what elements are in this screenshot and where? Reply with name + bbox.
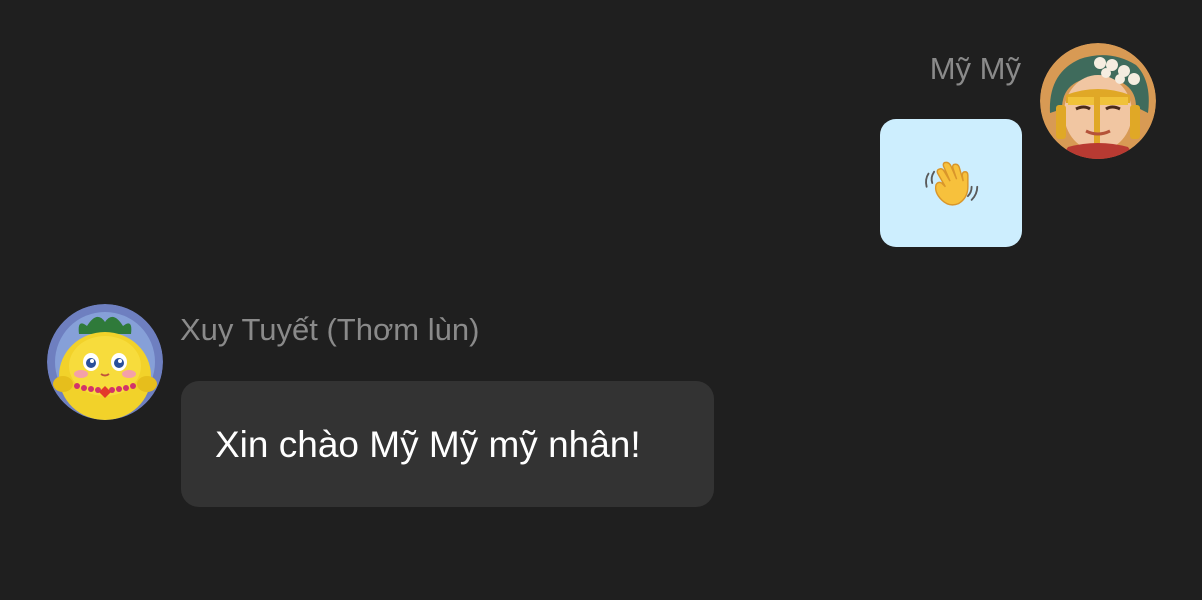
sender-name: Mỹ Mỹ — [929, 51, 1021, 86]
sender-name: Xuy Tuyết (Thơm lùn) — [180, 312, 480, 347]
text-message-bubble[interactable]: Xin chào Mỹ Mỹ mỹ nhân! — [181, 381, 714, 507]
yellow-character-avatar-icon — [47, 304, 163, 420]
emoji-message-bubble[interactable] — [880, 119, 1022, 247]
waving-hand-icon — [925, 161, 979, 206]
female-character-avatar-icon — [1040, 43, 1156, 159]
avatar[interactable] — [47, 304, 163, 420]
message-text: Xin chào Mỹ Mỹ mỹ nhân! — [215, 423, 641, 465]
avatar[interactable] — [1040, 43, 1156, 159]
chat-window: Mỹ Mỹ Xuy Tuyết (Thơm lùn) Xin chào Mỹ M… — [0, 0, 1202, 600]
